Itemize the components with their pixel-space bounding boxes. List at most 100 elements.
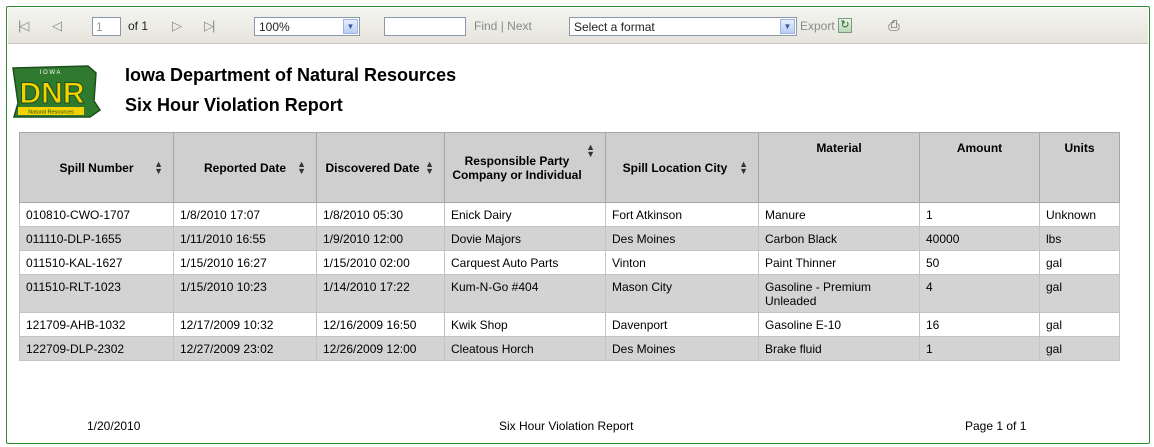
sort-icon[interactable]: ▲ ▼: [154, 159, 163, 175]
cell-responsible-party: Kwik Shop: [444, 312, 606, 337]
cell-spill-number: 122709-DLP-2302: [19, 336, 174, 361]
find-link[interactable]: Find: [474, 19, 497, 33]
column-header-reported-date[interactable]: Reported Date ▲ ▼: [173, 132, 317, 203]
table-row: 011510-RLT-1023 1/15/2010 10:23 1/14/201…: [19, 274, 1120, 313]
dnr-logo: I O W A DNR Natural Resources: [12, 65, 102, 118]
table-row: 010810-CWO-1707 1/8/2010 17:07 1/8/2010 …: [19, 202, 1120, 227]
table-row: 011510-KAL-1627 1/15/2010 16:27 1/15/201…: [19, 250, 1120, 275]
table-header-row: Spill Number ▲ ▼ Reported Date ▲ ▼ Discove…: [19, 132, 1120, 203]
sort-icon[interactable]: ▲ ▼: [586, 143, 595, 159]
cell-discovered-date: 1/15/2010 02:00: [316, 250, 445, 275]
prev-page-icon[interactable]: ◁: [52, 16, 62, 35]
cell-location-city: Vinton: [605, 250, 759, 275]
dropdown-arrow-icon[interactable]: ▼: [343, 19, 358, 34]
logo-top-text: I O W A: [40, 70, 61, 76]
cell-material: Manure: [758, 202, 920, 227]
page-number-input[interactable]: 1: [92, 17, 121, 36]
find-separator: |: [500, 19, 504, 33]
cell-units: gal: [1039, 250, 1120, 275]
cell-units: Unknown: [1039, 202, 1120, 227]
cell-responsible-party: Kum-N-Go #404: [444, 274, 606, 313]
cell-material: Carbon Black: [758, 226, 920, 251]
column-header-responsible-party[interactable]: Responsible Party Company or Individual …: [444, 132, 606, 203]
zoom-select[interactable]: 100% ▼: [254, 17, 360, 36]
cell-discovered-date: 1/8/2010 05:30: [316, 202, 445, 227]
sort-icon[interactable]: ▲ ▼: [297, 159, 306, 175]
cell-reported-date: 12/27/2009 23:02: [173, 336, 317, 361]
cell-spill-number: 011110-DLP-1655: [19, 226, 174, 251]
cell-spill-number: 010810-CWO-1707: [19, 202, 174, 227]
find-links: Find | Next: [474, 17, 532, 36]
cell-material: Paint Thinner: [758, 250, 920, 275]
cell-amount: 1: [919, 202, 1040, 227]
next-link[interactable]: Next: [507, 19, 532, 33]
cell-discovered-date: 1/14/2010 17:22: [316, 274, 445, 313]
cell-units: gal: [1039, 336, 1120, 361]
find-input[interactable]: [384, 17, 466, 36]
cell-responsible-party: Dovie Majors: [444, 226, 606, 251]
cell-amount: 50: [919, 250, 1040, 275]
footer-date: 1/20/2010: [87, 419, 141, 433]
cell-location-city: Mason City: [605, 274, 759, 313]
cell-location-city: Des Moines: [605, 336, 759, 361]
cell-spill-number: 011510-RLT-1023: [19, 274, 174, 313]
cell-amount: 16: [919, 312, 1040, 337]
cell-material: Gasoline E-10: [758, 312, 920, 337]
cell-reported-date: 1/15/2010 10:23: [173, 274, 317, 313]
cell-material: Brake fluid: [758, 336, 920, 361]
cell-amount: 1: [919, 336, 1040, 361]
last-page-icon[interactable]: ▷|: [204, 16, 215, 35]
export-link[interactable]: Export: [800, 17, 835, 36]
cell-location-city: Fort Atkinson: [605, 202, 759, 227]
logo-bottom-text: Natural Resources: [28, 110, 74, 116]
column-header-material: Material: [758, 132, 920, 203]
table-row: 122709-DLP-2302 12/27/2009 23:02 12/26/2…: [19, 336, 1120, 361]
sort-icon[interactable]: ▲ ▼: [739, 159, 748, 175]
zoom-value: 100%: [259, 20, 290, 34]
dropdown-arrow-icon[interactable]: ▼: [780, 19, 795, 34]
cell-responsible-party: Carquest Auto Parts: [444, 250, 606, 275]
cell-material: Gasoline - Premium Unleaded: [758, 274, 920, 313]
table-row: 011110-DLP-1655 1/11/2010 16:55 1/9/2010…: [19, 226, 1120, 251]
print-icon[interactable]: ⎙: [886, 18, 902, 32]
column-header-spill-number[interactable]: Spill Number ▲ ▼: [19, 132, 174, 203]
format-value: Select a format: [574, 20, 655, 34]
cell-reported-date: 12/17/2009 10:32: [173, 312, 317, 337]
table-row: 121709-AHB-1032 12/17/2009 10:32 12/16/2…: [19, 312, 1120, 337]
cell-discovered-date: 12/16/2009 16:50: [316, 312, 445, 337]
cell-spill-number: 121709-AHB-1032: [19, 312, 174, 337]
first-page-icon[interactable]: |◁: [18, 16, 29, 35]
cell-location-city: Davenport: [605, 312, 759, 337]
column-header-units: Units: [1039, 132, 1120, 203]
violation-table: Spill Number ▲ ▼ Reported Date ▲ ▼ Discove…: [19, 132, 1120, 361]
footer-page-number: Page 1 of 1: [965, 419, 1027, 433]
cell-location-city: Des Moines: [605, 226, 759, 251]
footer-title: Six Hour Violation Report: [499, 419, 634, 433]
report-toolbar: |◁ ◁ 1 of 1 ▷ ▷| 100% ▼ Find | Next Sele…: [8, 8, 1148, 44]
export-format-select[interactable]: Select a format ▼: [569, 17, 797, 36]
cell-responsible-party: Enick Dairy: [444, 202, 606, 227]
cell-amount: 40000: [919, 226, 1040, 251]
cell-reported-date: 1/11/2010 16:55: [173, 226, 317, 251]
cell-amount: 4: [919, 274, 1040, 313]
organization-title: Iowa Department of Natural Resources: [125, 65, 457, 85]
cell-spill-number: 011510-KAL-1627: [19, 250, 174, 275]
column-header-spill-location-city[interactable]: Spill Location City ▲ ▼: [605, 132, 759, 203]
report-viewer: |◁ ◁ 1 of 1 ▷ ▷| 100% ▼ Find | Next Sele…: [6, 6, 1150, 444]
column-header-amount: Amount: [919, 132, 1040, 203]
report-title: Six Hour Violation Report: [125, 95, 343, 115]
cell-discovered-date: 1/9/2010 12:00: [316, 226, 445, 251]
cell-units: lbs: [1039, 226, 1120, 251]
sort-icon[interactable]: ▲ ▼: [425, 159, 434, 175]
cell-units: gal: [1039, 274, 1120, 313]
column-header-discovered-date[interactable]: Discovered Date ▲ ▼: [316, 132, 445, 203]
cell-responsible-party: Cleatous Horch: [444, 336, 606, 361]
logo-main-text: DNR: [20, 77, 85, 110]
cell-units: gal: [1039, 312, 1120, 337]
page-count-label: of 1: [128, 19, 149, 33]
cell-reported-date: 1/8/2010 17:07: [173, 202, 317, 227]
next-page-icon[interactable]: ▷: [172, 16, 182, 35]
cell-reported-date: 1/15/2010 16:27: [173, 250, 317, 275]
cell-discovered-date: 12/26/2009 12:00: [316, 336, 445, 361]
refresh-icon[interactable]: ↻: [838, 18, 852, 33]
